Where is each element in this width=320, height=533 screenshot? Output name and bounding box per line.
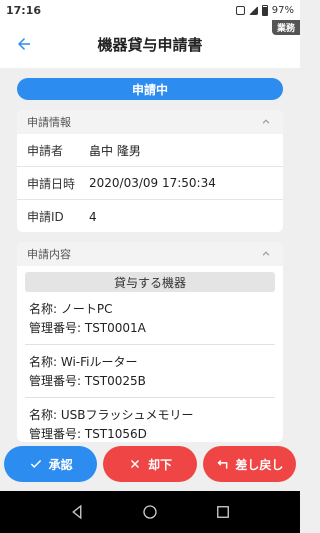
chevron-up-icon[interactable] <box>259 115 273 129</box>
list-item: 名称: USBフラッシュメモリー 管理番号: TST1056D <box>25 398 275 442</box>
info-row-id: 申請ID 4 <box>17 200 283 232</box>
square-recents-icon <box>217 506 230 518</box>
device-list: 名称: ノートPC 管理番号: TST0001A 名称: Wi-Fiルーター 管… <box>17 292 283 442</box>
info-key: 申請日時 <box>27 176 76 191</box>
nav-recents-button[interactable] <box>213 502 233 522</box>
system-nav-bar <box>0 491 300 533</box>
env-badge: 業務 <box>271 20 300 35</box>
application-content-title: 申請内容 <box>27 248 71 261</box>
info-row-applicant: 申請者 畠中 隆男 <box>17 134 283 167</box>
device-number: 管理番号: TST0001A <box>29 321 146 335</box>
check-icon <box>30 459 41 468</box>
return-label: 差し戻し <box>235 457 284 472</box>
reject-button[interactable]: 却下 <box>103 446 197 482</box>
info-value: 畠中 隆男 <box>89 143 141 158</box>
status-badge: 申請中 <box>17 78 283 100</box>
back-button[interactable] <box>12 32 36 56</box>
status-bar: 17:16 97% <box>0 0 300 20</box>
list-item: 名称: ノートPC 管理番号: TST0001A <box>25 292 275 345</box>
arrow-left-icon <box>18 38 30 50</box>
chevron-up-icon[interactable] <box>259 247 273 261</box>
app-bar: 機器貸与申請書 業務 <box>0 20 300 68</box>
device-name: 名称: ノートPC <box>29 302 113 316</box>
application-info-header[interactable]: 申請情報 <box>17 110 283 134</box>
signal-icon <box>248 5 258 15</box>
page-title: 機器貸与申請書 <box>97 35 203 54</box>
battery-icon <box>261 4 268 16</box>
device-number: 管理番号: TST0025B <box>29 374 146 388</box>
application-info-card: 申請情報 申請者 畠中 隆男 申請日時 2020/03/09 17:50:34 … <box>17 110 283 232</box>
close-icon <box>130 459 139 469</box>
application-info-title: 申請情報 <box>27 116 71 129</box>
info-value: 2020/03/09 17:50:34 <box>89 176 216 190</box>
info-key: 申請者 <box>27 143 64 158</box>
action-bar: 承認 却下 差し戻し <box>0 446 300 486</box>
nav-home-button[interactable] <box>140 502 160 522</box>
status-time: 17:16 <box>6 3 42 17</box>
circle-home-icon <box>143 505 157 519</box>
nav-back-button[interactable] <box>67 502 87 522</box>
device-name: 名称: USBフラッシュメモリー <box>29 408 194 422</box>
device-number: 管理番号: TST1056D <box>29 427 147 441</box>
info-row-date: 申請日時 2020/03/09 17:50:34 <box>17 167 283 200</box>
application-content-card: 申請内容 貸与する機器 名称: ノートPC 管理番号: TST0001A 名称:… <box>17 242 283 442</box>
return-button[interactable]: 差し戻し <box>202 446 296 482</box>
return-icon <box>217 459 228 469</box>
battery-level: 97% <box>271 4 294 16</box>
device-name: 名称: Wi-Fiルーター <box>29 355 138 369</box>
notification-icon <box>235 5 245 15</box>
info-value: 4 <box>89 209 97 224</box>
device-section-header: 貸与する機器 <box>25 272 275 292</box>
list-item: 名称: Wi-Fiルーター 管理番号: TST0025B <box>25 345 275 398</box>
info-key: 申請ID <box>27 210 64 224</box>
application-content-header[interactable]: 申請内容 <box>17 242 283 266</box>
approve-label: 承認 <box>48 457 73 472</box>
reject-label: 却下 <box>147 457 172 472</box>
triangle-back-icon <box>71 504 82 520</box>
approve-button[interactable]: 承認 <box>4 446 98 482</box>
